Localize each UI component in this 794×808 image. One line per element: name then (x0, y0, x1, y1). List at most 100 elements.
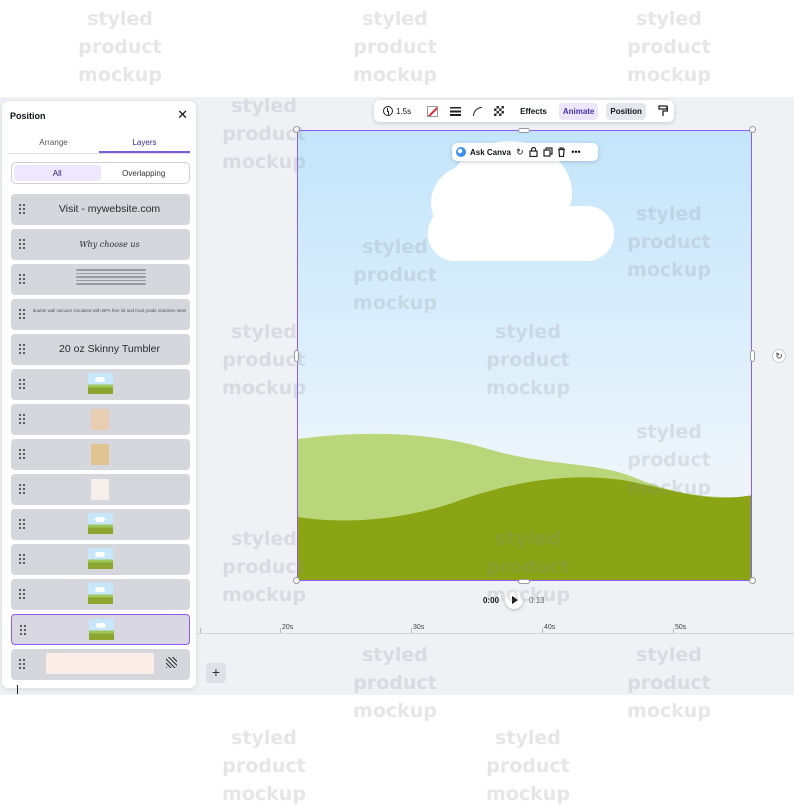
watermark: styled product mockup (78, 8, 162, 86)
layer-thumbnail-shape (91, 444, 109, 465)
total-time: 0:13 (529, 595, 545, 605)
border-style-icon (450, 106, 462, 116)
timeline-ruler: 20s 30s 40s 50s (196, 620, 794, 634)
layer-item[interactable]: Why choose us (11, 229, 190, 260)
close-icon[interactable]: ✕ (177, 108, 188, 122)
resize-handle[interactable] (750, 350, 755, 362)
text-cursor (17, 685, 18, 694)
drag-handle-icon[interactable] (18, 343, 25, 355)
duplicate-icon[interactable] (543, 147, 553, 157)
ruler-label: 30s (413, 624, 425, 631)
transparency-icon (166, 657, 177, 668)
drag-handle-icon[interactable] (18, 658, 25, 670)
tab-arrange[interactable]: Arrange (8, 134, 99, 153)
panel-tabs: Arrange Layers (8, 134, 190, 154)
transparency-icon (494, 106, 505, 116)
filter-all[interactable]: All (14, 165, 101, 181)
resize-handle[interactable] (749, 577, 756, 584)
layer-item[interactable] (11, 544, 190, 575)
filter-overlapping[interactable]: Overlapping (101, 165, 188, 181)
drag-handle-icon[interactable] (19, 624, 26, 636)
resize-handle[interactable] (749, 126, 756, 133)
transparency-button[interactable] (490, 103, 508, 120)
drag-handle-icon[interactable] (18, 203, 25, 215)
ruler-tick (411, 628, 412, 633)
resize-handle[interactable] (293, 577, 300, 584)
layer-label: double wall vacuum insulated with BPA fr… (32, 308, 187, 313)
resize-handle[interactable] (293, 126, 300, 133)
drag-handle-icon[interactable] (18, 273, 25, 285)
tab-layers[interactable]: Layers (99, 134, 190, 153)
more-icon[interactable]: ••• (571, 147, 581, 157)
duration-button[interactable]: 1.5s (379, 103, 415, 120)
watermark: styled product mockup (627, 8, 711, 86)
design-page[interactable] (297, 130, 752, 581)
rotate-icon[interactable]: ↻ (772, 349, 786, 363)
landscape-graphic (298, 141, 751, 580)
layer-item[interactable] (11, 264, 190, 295)
resize-handle[interactable] (518, 128, 530, 133)
drag-handle-icon[interactable] (18, 483, 25, 495)
layer-item[interactable] (11, 649, 190, 680)
layer-item[interactable] (11, 579, 190, 610)
watermark: styled product mockup (486, 727, 570, 805)
trash-icon[interactable] (557, 147, 567, 158)
context-toolbar: Ask Canva ↻ ••• (452, 143, 598, 161)
drag-handle-icon[interactable] (18, 238, 25, 250)
drag-handle-icon[interactable] (18, 308, 25, 320)
layer-thumbnail-shape (91, 479, 109, 500)
playback-controls: 0:00 0:13 (483, 591, 545, 609)
corner-rounding-icon (473, 106, 483, 116)
drag-handle-icon[interactable] (18, 448, 25, 460)
layer-item[interactable]: Visit - mywebsite.com (11, 194, 190, 225)
fill-color-button[interactable] (423, 103, 442, 120)
layer-thumbnail-landscape (88, 513, 113, 534)
play-icon[interactable] (505, 591, 524, 609)
layer-item[interactable] (11, 369, 190, 400)
layer-filter: All Overlapping (11, 162, 190, 184)
duration-value: 1.5s (396, 106, 412, 116)
layer-item[interactable] (11, 509, 190, 540)
layer-item[interactable]: double wall vacuum insulated with BPA fr… (11, 299, 190, 330)
timer-icon (383, 106, 393, 116)
resize-handle[interactable] (518, 579, 530, 584)
watermark: styled product mockup (222, 727, 306, 805)
plus-icon[interactable]: + (206, 663, 226, 683)
ask-canva-button[interactable]: Ask Canva (470, 148, 511, 157)
position-button[interactable]: Position (606, 102, 646, 120)
effects-button[interactable]: Effects (516, 103, 551, 120)
paint-roller-icon (658, 105, 668, 116)
layer-thumbnail-landscape (88, 373, 113, 394)
layer-thumbnail-landscape (88, 583, 113, 604)
lock-icon[interactable] (529, 146, 539, 158)
border-style-button[interactable] (446, 103, 465, 120)
ruler-tick (673, 628, 674, 633)
layer-label: Why choose us (79, 240, 140, 249)
copy-style-button[interactable] (654, 103, 672, 120)
layer-item[interactable] (11, 404, 190, 435)
watermark: styled product mockup (353, 8, 437, 86)
layer-item[interactable] (11, 474, 190, 505)
drag-handle-icon[interactable] (18, 588, 25, 600)
current-time: 0:00 (483, 595, 500, 605)
animate-button[interactable]: Animate (558, 102, 599, 120)
ruler-tick (280, 628, 281, 633)
element-toolbar: 1.5s Effects Animate Position (374, 100, 674, 122)
ruler-label: 50s (675, 624, 687, 631)
corner-rounding-button[interactable] (469, 103, 486, 120)
layer-item-selected[interactable] (11, 614, 190, 645)
drag-handle-icon[interactable] (18, 553, 25, 565)
ruler-tick (200, 628, 201, 633)
drag-handle-icon[interactable] (18, 518, 25, 530)
ruler-label: 40s (544, 624, 556, 631)
layer-item[interactable]: 20 oz Skinny Tumbler (11, 334, 190, 365)
layer-thumbnail-landscape (88, 548, 113, 569)
refresh-icon[interactable]: ↻ (515, 147, 525, 157)
layer-thumbnail-background (46, 653, 154, 674)
layer-thumbnail-shape (91, 409, 109, 430)
timeline-track[interactable] (196, 636, 794, 688)
layer-item[interactable] (11, 439, 190, 470)
drag-handle-icon[interactable] (18, 413, 25, 425)
resize-handle[interactable] (294, 350, 299, 362)
drag-handle-icon[interactable] (18, 378, 25, 390)
